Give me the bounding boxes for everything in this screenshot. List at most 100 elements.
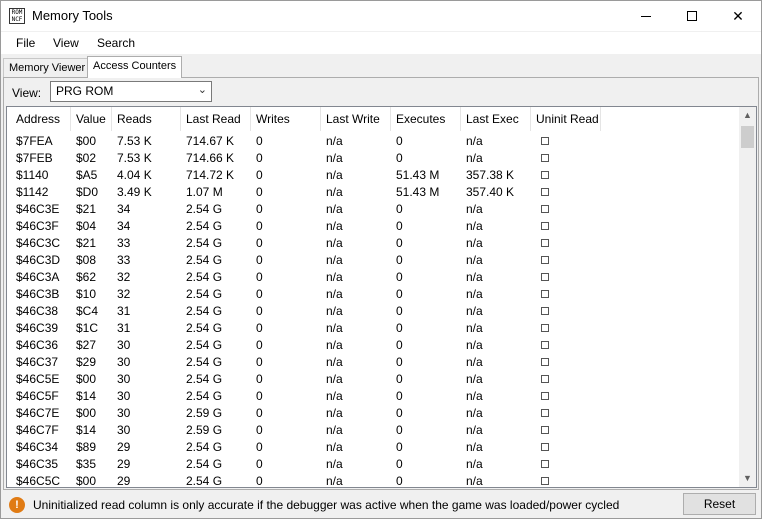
cell-executes: 51.43 M (396, 185, 440, 199)
cell-last-write: n/a (326, 440, 343, 454)
cell-address: $1142 (16, 185, 49, 199)
cell-last-write: n/a (326, 372, 343, 386)
cell-writes: 0 (256, 457, 263, 471)
column-header-last-write[interactable]: Last Write (326, 112, 380, 126)
table-row[interactable]: $7FEB $02 7.53 K 714.66 K 0 n/a 0 n/a (7, 149, 741, 166)
tab-access-counters[interactable]: Access Counters (87, 56, 182, 78)
cell-writes: 0 (256, 321, 263, 335)
cell-last-read: 2.54 G (186, 338, 223, 352)
uninit-read-checkbox (541, 154, 549, 162)
column-divider[interactable] (70, 107, 71, 131)
cell-reads: 7.53 K (117, 134, 152, 148)
cell-last-write: n/a (326, 474, 343, 488)
cell-last-read: 2.54 G (186, 440, 223, 454)
maximize-icon (687, 11, 697, 21)
column-header-last-read[interactable]: Last Read (186, 112, 241, 126)
minimize-icon (641, 15, 651, 17)
table-row[interactable]: $1142 $D0 3.49 K 1.07 M 0 n/a 51.43 M 357.40 K (7, 183, 741, 200)
cell-reads: 33 (117, 236, 131, 250)
table-row[interactable]: $46C37 $29 30 2.54 G 0 n/a 0 n/a (7, 353, 741, 370)
column-header-value[interactable]: Value (76, 112, 106, 126)
table-row[interactable]: $46C3D $08 33 2.54 G 0 n/a 0 n/a (7, 251, 741, 268)
column-divider[interactable] (320, 107, 321, 131)
cell-last-exec: 357.40 K (466, 185, 515, 199)
cell-address: $46C37 (16, 355, 59, 369)
tab-memory-viewer[interactable]: Memory Viewer (3, 58, 88, 78)
cell-reads: 29 (117, 474, 131, 488)
table-row[interactable]: $46C5E $00 30 2.54 G 0 n/a 0 n/a (7, 370, 741, 387)
cell-writes: 0 (256, 253, 263, 267)
uninit-read-checkbox (541, 307, 549, 315)
scroll-thumb[interactable] (741, 126, 754, 148)
cell-executes: 0 (396, 355, 403, 369)
column-divider[interactable] (530, 107, 531, 131)
cell-last-read: 2.54 G (186, 457, 223, 471)
cell-executes: 0 (396, 287, 403, 301)
column-divider[interactable] (600, 107, 601, 131)
column-header-address[interactable]: Address (16, 112, 60, 126)
cell-address: $46C36 (16, 338, 59, 352)
table-row[interactable]: $46C3E $21 34 2.54 G 0 n/a 0 n/a (7, 200, 741, 217)
minimize-button[interactable] (623, 1, 669, 31)
maximize-button[interactable] (669, 1, 715, 31)
cell-last-write: n/a (326, 338, 343, 352)
cell-writes: 0 (256, 202, 263, 216)
cell-reads: 34 (117, 219, 131, 233)
cell-writes: 0 (256, 287, 263, 301)
table-row[interactable]: $7FEA $00 7.53 K 714.67 K 0 n/a 0 n/a (7, 132, 741, 149)
column-header-uninit-read[interactable]: Uninit Read (536, 112, 599, 126)
uninit-read-checkbox (541, 443, 549, 451)
close-button[interactable]: ✕ (715, 1, 761, 31)
column-divider[interactable] (180, 107, 181, 131)
list-rows: $7FEA $00 7.53 K 714.67 K 0 n/a 0 n/a $7FEB $02 7.… (7, 132, 741, 488)
column-header-writes[interactable]: Writes (256, 112, 290, 126)
cell-address: $46C5C (16, 474, 61, 488)
cell-reads: 30 (117, 338, 131, 352)
reset-button[interactable]: Reset (683, 493, 756, 515)
table-row[interactable]: $46C7E $00 30 2.59 G 0 n/a 0 n/a (7, 404, 741, 421)
cell-writes: 0 (256, 168, 263, 182)
column-divider[interactable] (460, 107, 461, 131)
cell-last-write: n/a (326, 219, 343, 233)
table-row[interactable]: $46C3C $21 33 2.54 G 0 n/a 0 n/a (7, 234, 741, 251)
cell-reads: 30 (117, 389, 131, 403)
cell-value: $00 (76, 406, 97, 420)
column-header-last-exec[interactable]: Last Exec (466, 112, 519, 126)
title-bar[interactable]: ROM NCF Memory Tools ✕ (1, 1, 761, 31)
column-divider[interactable] (390, 107, 391, 131)
menu-file[interactable]: File (16, 36, 35, 50)
table-row[interactable]: $46C5F $14 30 2.54 G 0 n/a 0 n/a (7, 387, 741, 404)
column-divider[interactable] (111, 107, 112, 131)
cell-last-exec: n/a (466, 304, 483, 318)
view-dropdown[interactable]: PRG ROM ⌄ (50, 81, 212, 102)
cell-value: $08 (76, 253, 97, 267)
table-row[interactable]: $46C38 $C4 31 2.54 G 0 n/a 0 n/a (7, 302, 741, 319)
table-row[interactable]: $46C7F $14 30 2.59 G 0 n/a 0 n/a (7, 421, 741, 438)
cell-last-read: 2.54 G (186, 474, 223, 488)
table-row[interactable]: $46C5C $00 29 2.54 G 0 n/a 0 n/a (7, 472, 741, 488)
access-counters-list[interactable]: Address Value Reads Last Read Writes Las… (6, 106, 757, 488)
cell-last-exec: n/a (466, 457, 483, 471)
cell-address: $1140 (16, 168, 49, 182)
table-row[interactable]: $1140 $A5 4.04 K 714.72 K 0 n/a 51.43 M 357.38 … (7, 166, 741, 183)
menu-view[interactable]: View (53, 36, 79, 50)
uninit-read-checkbox (541, 290, 549, 298)
cell-last-read: 2.54 G (186, 236, 223, 250)
menu-search[interactable]: Search (97, 36, 135, 50)
table-row[interactable]: $46C3A $62 32 2.54 G 0 n/a 0 n/a (7, 268, 741, 285)
scroll-down-arrow-icon[interactable]: ▼ (739, 470, 756, 487)
uninit-read-checkbox (541, 205, 549, 213)
cell-reads: 30 (117, 423, 131, 437)
cell-value: $21 (76, 236, 97, 250)
vertical-scrollbar[interactable]: ▲ ▼ (739, 107, 756, 487)
table-row[interactable]: $46C35 $35 29 2.54 G 0 n/a 0 n/a (7, 455, 741, 472)
table-row[interactable]: $46C3B $10 32 2.54 G 0 n/a 0 n/a (7, 285, 741, 302)
column-header-reads[interactable]: Reads (117, 112, 152, 126)
table-row[interactable]: $46C39 $1C 31 2.54 G 0 n/a 0 n/a (7, 319, 741, 336)
scroll-up-arrow-icon[interactable]: ▲ (739, 107, 756, 124)
column-header-executes[interactable]: Executes (396, 112, 445, 126)
column-divider[interactable] (250, 107, 251, 131)
table-row[interactable]: $46C36 $27 30 2.54 G 0 n/a 0 n/a (7, 336, 741, 353)
table-row[interactable]: $46C3F $04 34 2.54 G 0 n/a 0 n/a (7, 217, 741, 234)
table-row[interactable]: $46C34 $89 29 2.54 G 0 n/a 0 n/a (7, 438, 741, 455)
